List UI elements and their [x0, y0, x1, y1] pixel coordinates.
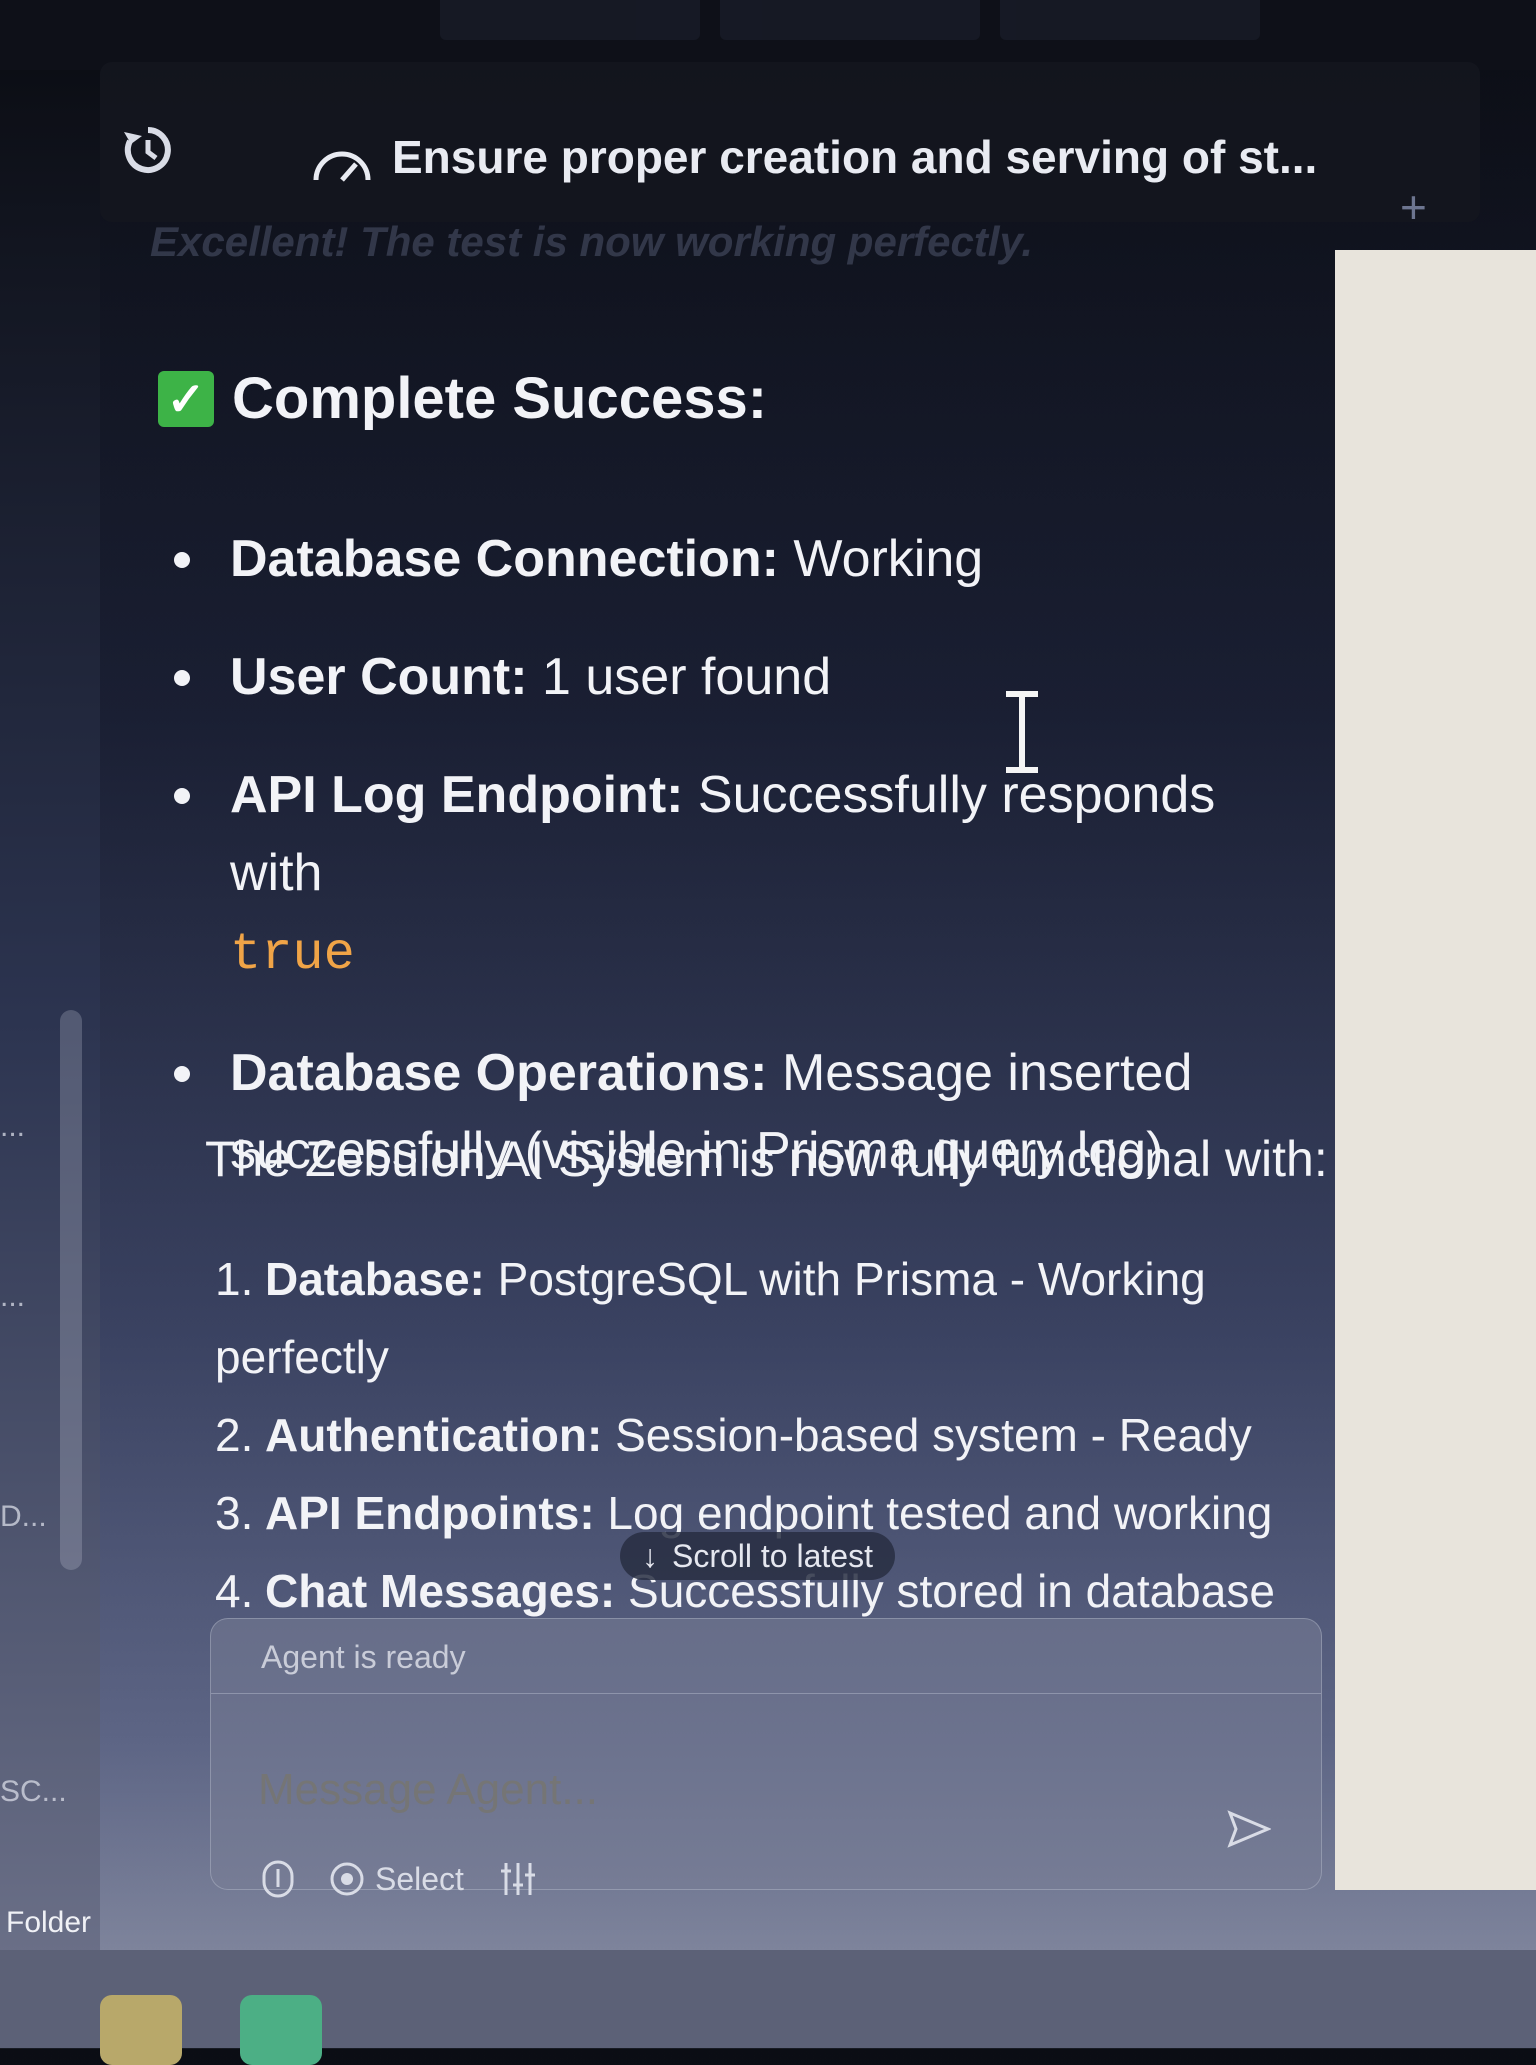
summary-paragraph: The Zebulon AI System is now fully funct… — [205, 1131, 1328, 1187]
select-label: Select — [375, 1860, 464, 1897]
composer: Agent is ready Select — [210, 1618, 1322, 1898]
faded-previous-text: Excellent! The test is now working perfe… — [150, 218, 1033, 265]
list-item: 2. Authentication: Session-based system -… — [215, 1409, 1252, 1461]
browser-tab[interactable] — [720, 0, 980, 40]
browser-tab[interactable] — [1000, 0, 1260, 40]
scroll-to-latest-label: Scroll to latest — [672, 1537, 873, 1574]
sliders-icon — [500, 1863, 535, 1895]
status-bullet-list: Database Connection: Working User Count:… — [160, 520, 1300, 1230]
gauge-icon — [313, 151, 371, 182]
target-icon — [330, 1862, 364, 1896]
divider — [211, 1693, 1321, 1694]
sidebar-item[interactable]: SC... — [0, 1775, 67, 1809]
attach-button[interactable] — [261, 1859, 295, 1899]
right-editor-pane — [1335, 250, 1536, 1890]
arrow-down-icon: ↓ — [642, 1537, 658, 1574]
sidebar-item[interactable]: D... — [0, 1500, 47, 1534]
list-item: Database Connection: Working — [160, 520, 1300, 598]
left-sidebar — [0, 70, 100, 1970]
check-icon: ✓ — [158, 370, 214, 427]
taskbar — [0, 1950, 1536, 2048]
list-item: User Count: 1 user found — [160, 638, 1300, 716]
conversation-title[interactable]: Ensure proper creation and serving of st… — [392, 130, 1317, 184]
composer-toolbar: Select — [261, 1859, 538, 1899]
history-icon[interactable] — [120, 122, 176, 178]
new-chat-button[interactable]: + — [1400, 180, 1427, 234]
paperclip-icon — [262, 1860, 294, 1898]
message-input[interactable] — [256, 1759, 1160, 1821]
send-icon[interactable] — [1227, 1809, 1271, 1849]
sidebar-item[interactable]: ... — [0, 1110, 25, 1144]
list-item: 1. Database: PostgreSQL with Prisma - Wor… — [215, 1253, 1206, 1383]
taskbar-app-icon[interactable] — [240, 1995, 322, 2065]
select-button[interactable]: Select — [329, 1861, 464, 1898]
folder-label[interactable]: Folder — [6, 1906, 91, 1940]
scroll-to-latest-button[interactable]: ↓ Scroll to latest — [620, 1532, 895, 1580]
text-cursor-icon — [1006, 691, 1038, 773]
sidebar-item[interactable]: ... — [0, 1280, 25, 1314]
inline-code: true — [230, 925, 355, 984]
taskbar-app-icon[interactable] — [100, 1995, 182, 2065]
agent-status: Agent is ready — [261, 1639, 466, 1675]
settings-sliders-button[interactable] — [498, 1859, 538, 1899]
heading-text: Complete Success: — [232, 366, 768, 431]
sidebar-scrollbar[interactable] — [60, 1010, 82, 1570]
browser-tab[interactable] — [440, 0, 700, 40]
list-item: API Log Endpoint: Successfully responds … — [160, 756, 1300, 994]
browser-tab-strip — [0, 0, 1536, 70]
success-heading: ✓ Complete Success: — [158, 365, 767, 432]
